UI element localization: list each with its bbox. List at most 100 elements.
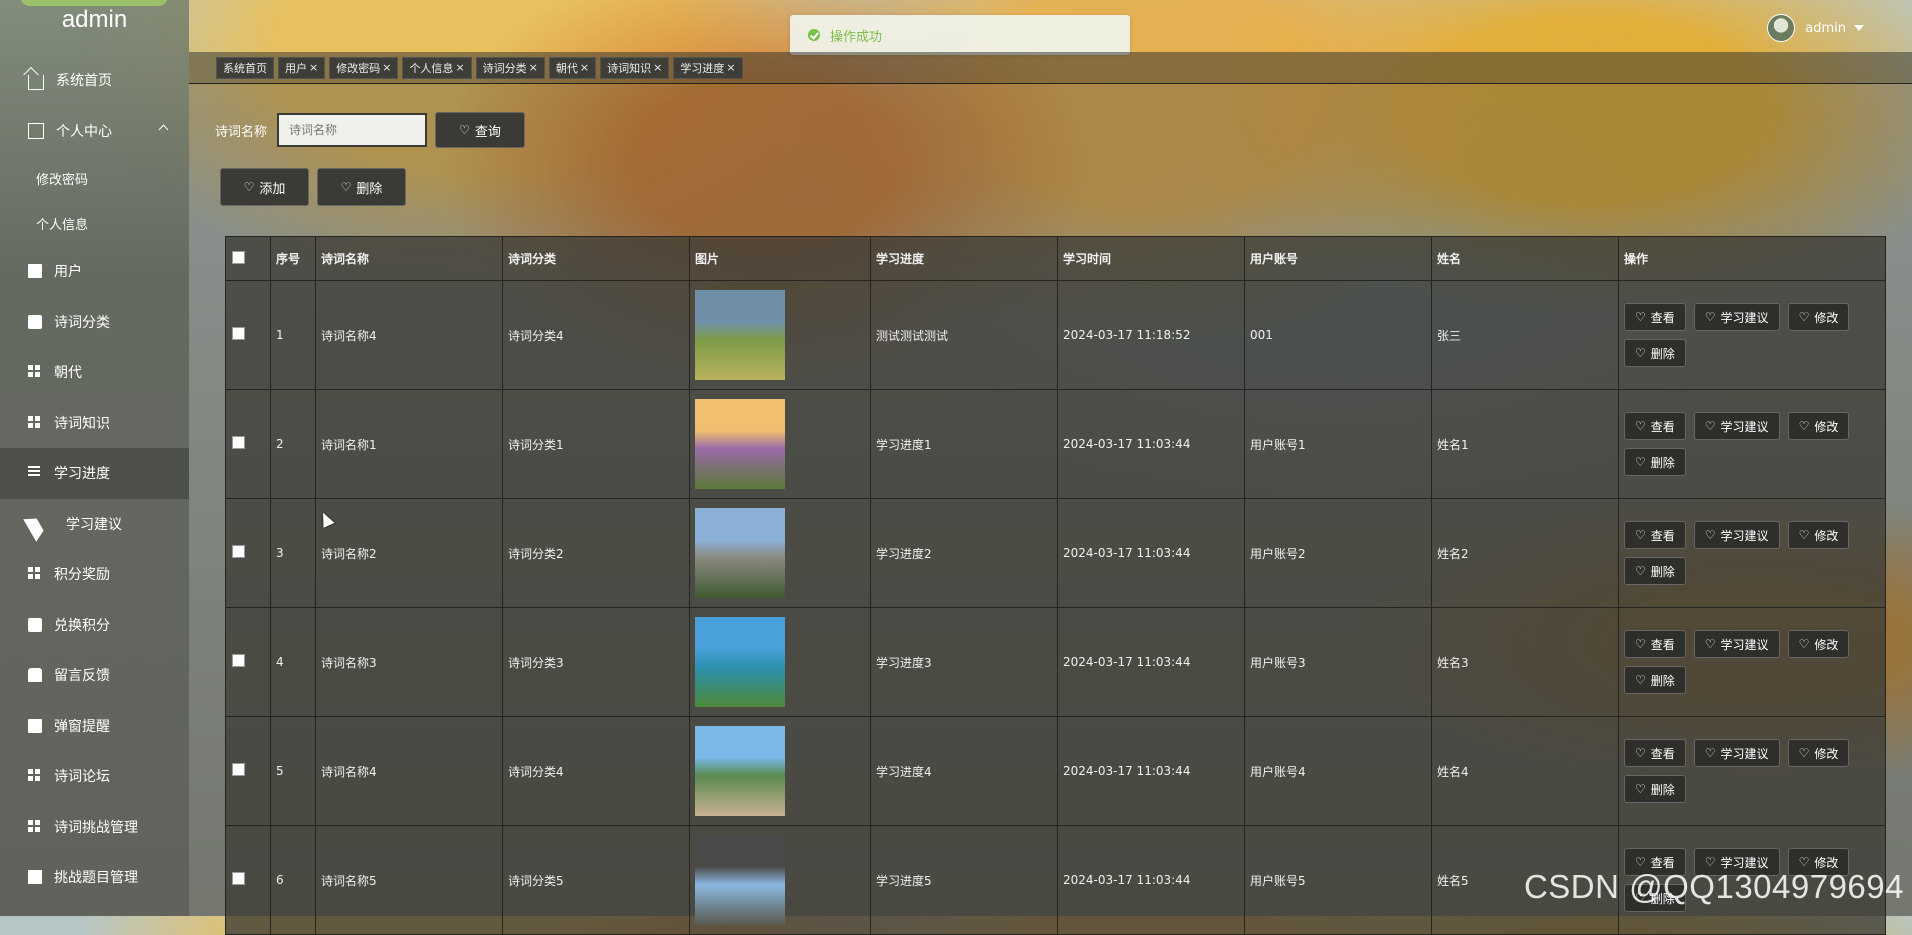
sidebar-item-points-reward[interactable]: 积分奖励: [0, 549, 189, 600]
edit-button-label: 修改: [1814, 419, 1839, 434]
sidebar-item-poem-category[interactable]: 诗词分类: [0, 297, 189, 348]
row-checkbox[interactable]: [232, 327, 245, 340]
poem-thumbnail[interactable]: [695, 835, 785, 925]
edit-button[interactable]: ♡ 修改: [1787, 630, 1850, 658]
sidebar-item-dynasty[interactable]: 朝代: [0, 347, 189, 398]
bag-icon: [28, 617, 42, 632]
tab-tag[interactable]: 诗词知识 ×: [600, 56, 670, 79]
cell-name: 诗词名称1: [315, 389, 503, 499]
tab-tag[interactable]: 朝代 ×: [548, 56, 597, 79]
edit-button[interactable]: ♡ 修改: [1787, 303, 1850, 331]
advice-button[interactable]: ♡ 学习建议: [1693, 412, 1780, 440]
sidebar-item-study-advice[interactable]: 学习建议: [0, 499, 189, 550]
delete-row-button[interactable]: ♡ 删除: [1624, 448, 1686, 476]
tab-tag-label: 朝代: [555, 61, 578, 75]
view-button[interactable]: ♡ 查看: [1624, 412, 1686, 440]
sidebar-item-feedback[interactable]: 留言反馈: [0, 650, 189, 701]
sidebar-item-label: 弹窗提醒: [54, 718, 110, 735]
view-button[interactable]: ♡ 查看: [1624, 630, 1686, 658]
tab-tag[interactable]: 修改密码 ×: [329, 56, 399, 79]
delete-row-button[interactable]: ♡ 删除: [1624, 339, 1686, 367]
header-no[interactable]: 序号: [270, 236, 316, 281]
row-select-cell: [225, 389, 271, 499]
row-select-cell: [225, 280, 271, 390]
header-name[interactable]: 诗词名称: [315, 236, 503, 281]
edit-button[interactable]: ♡ 修改: [1787, 739, 1850, 767]
sidebar-item-poem-knowledge[interactable]: 诗词知识: [0, 398, 189, 449]
sidebar-item-label: 兑换积分: [54, 617, 110, 634]
query-button[interactable]: ♡ 查询: [435, 112, 526, 148]
poem-thumbnail[interactable]: [695, 290, 785, 380]
add-button[interactable]: ♡ 添加: [220, 168, 309, 206]
select-all-checkbox[interactable]: [232, 250, 245, 264]
close-icon[interactable]: ×: [382, 61, 391, 74]
advice-button[interactable]: ♡ 学习建议: [1693, 630, 1780, 658]
sidebar-item-personal[interactable]: 个人中心: [0, 106, 189, 157]
sidebar-item-forum[interactable]: 诗词论坛: [0, 751, 189, 802]
sidebar-item-home[interactable]: 系统首页: [0, 55, 189, 106]
tab-tag[interactable]: 诗词分类 ×: [475, 56, 545, 79]
advice-button[interactable]: ♡ 学习建议: [1693, 303, 1780, 331]
poem-thumbnail[interactable]: [695, 508, 785, 598]
row-checkbox[interactable]: [232, 872, 245, 885]
view-button[interactable]: ♡ 查看: [1624, 521, 1686, 549]
tab-tag[interactable]: 学习进度 ×: [673, 56, 743, 79]
tab-tag[interactable]: 系统首页: [216, 56, 274, 79]
watermark: CSDN @QQ1304979694: [1523, 868, 1904, 905]
sidebar-item-study-progress[interactable]: 学习进度: [0, 448, 189, 499]
close-icon[interactable]: ×: [653, 61, 662, 74]
header-person[interactable]: 姓名: [1431, 236, 1619, 281]
row-checkbox[interactable]: [232, 545, 245, 558]
view-button-label: 查看: [1650, 637, 1675, 652]
actions-cell: ♡ 查看 ♡ 学习建议 ♡ 修改 ♡ 删除: [1618, 607, 1886, 717]
avatar[interactable]: [1767, 14, 1796, 42]
delete-row-button[interactable]: ♡ 删除: [1624, 666, 1686, 694]
table-wrap: 序号 诗词名称 诗词分类 图片 学习进度 学习时间 用户账号 姓名 操作 1 诗词…: [225, 236, 1886, 935]
poem-thumbnail[interactable]: [695, 399, 785, 489]
header-progress[interactable]: 学习进度: [870, 236, 1058, 281]
cell-account: 用户账号5: [1244, 825, 1432, 935]
poem-thumbnail[interactable]: [695, 617, 785, 707]
tab-tag[interactable]: 个人信息 ×: [402, 56, 472, 79]
sidebar-item-challenge-mgmt[interactable]: 诗词挑战管理: [0, 802, 189, 853]
sidebar-item-redeem-points[interactable]: 兑换积分: [0, 600, 189, 651]
close-icon[interactable]: ×: [726, 61, 735, 74]
heart-icon: ♡: [1635, 746, 1646, 760]
table-row: 3 诗词名称2 诗词分类2 学习进度2 2024-03-17 11:03:44 用户账号2…: [225, 498, 1886, 608]
delete-row-button[interactable]: ♡ 删除: [1624, 775, 1686, 803]
close-icon[interactable]: ×: [455, 61, 464, 74]
sidebar-item-label: 个人中心: [56, 123, 112, 140]
delete-button[interactable]: ♡ 删除: [317, 168, 406, 206]
advice-button[interactable]: ♡ 学习建议: [1693, 739, 1780, 767]
search-label: 诗词名称: [215, 124, 268, 140]
header-category[interactable]: 诗词分类: [502, 236, 690, 281]
header-image[interactable]: 图片: [689, 236, 871, 281]
edit-button[interactable]: ♡ 修改: [1787, 412, 1850, 440]
sidebar-item-users[interactable]: 用户: [0, 246, 189, 297]
sidebar-item-profile[interactable]: 个人信息: [0, 201, 189, 246]
view-button[interactable]: ♡ 查看: [1624, 739, 1686, 767]
search-input[interactable]: [277, 113, 428, 147]
view-button[interactable]: ♡ 查看: [1624, 303, 1686, 331]
sidebar-item-change-password[interactable]: 修改密码: [0, 156, 189, 201]
edit-button[interactable]: ♡ 修改: [1787, 521, 1850, 549]
tab-tag[interactable]: 用户 ×: [278, 56, 326, 79]
close-icon[interactable]: ×: [309, 61, 318, 74]
poem-thumbnail[interactable]: [695, 726, 785, 816]
header-account[interactable]: 用户账号: [1244, 236, 1432, 281]
sidebar-item-popup-reminder[interactable]: 弹窗提醒: [0, 701, 189, 752]
delete-row-button[interactable]: ♡ 删除: [1624, 557, 1686, 585]
close-icon[interactable]: ×: [529, 61, 538, 74]
chevron-down-icon[interactable]: [1854, 25, 1864, 31]
advice-button[interactable]: ♡ 学习建议: [1693, 521, 1780, 549]
user-menu[interactable]: admin: [1767, 14, 1864, 42]
cell-account: 001: [1244, 280, 1432, 390]
header-time[interactable]: 学习时间: [1057, 236, 1245, 281]
close-icon[interactable]: ×: [580, 61, 589, 74]
username[interactable]: admin: [1805, 21, 1846, 36]
row-checkbox[interactable]: [232, 763, 245, 776]
sidebar-item-question-mgmt[interactable]: 挑战题目管理: [0, 852, 189, 903]
query-button-label: 查询: [474, 124, 501, 140]
row-checkbox[interactable]: [232, 654, 245, 667]
row-checkbox[interactable]: [232, 436, 245, 449]
